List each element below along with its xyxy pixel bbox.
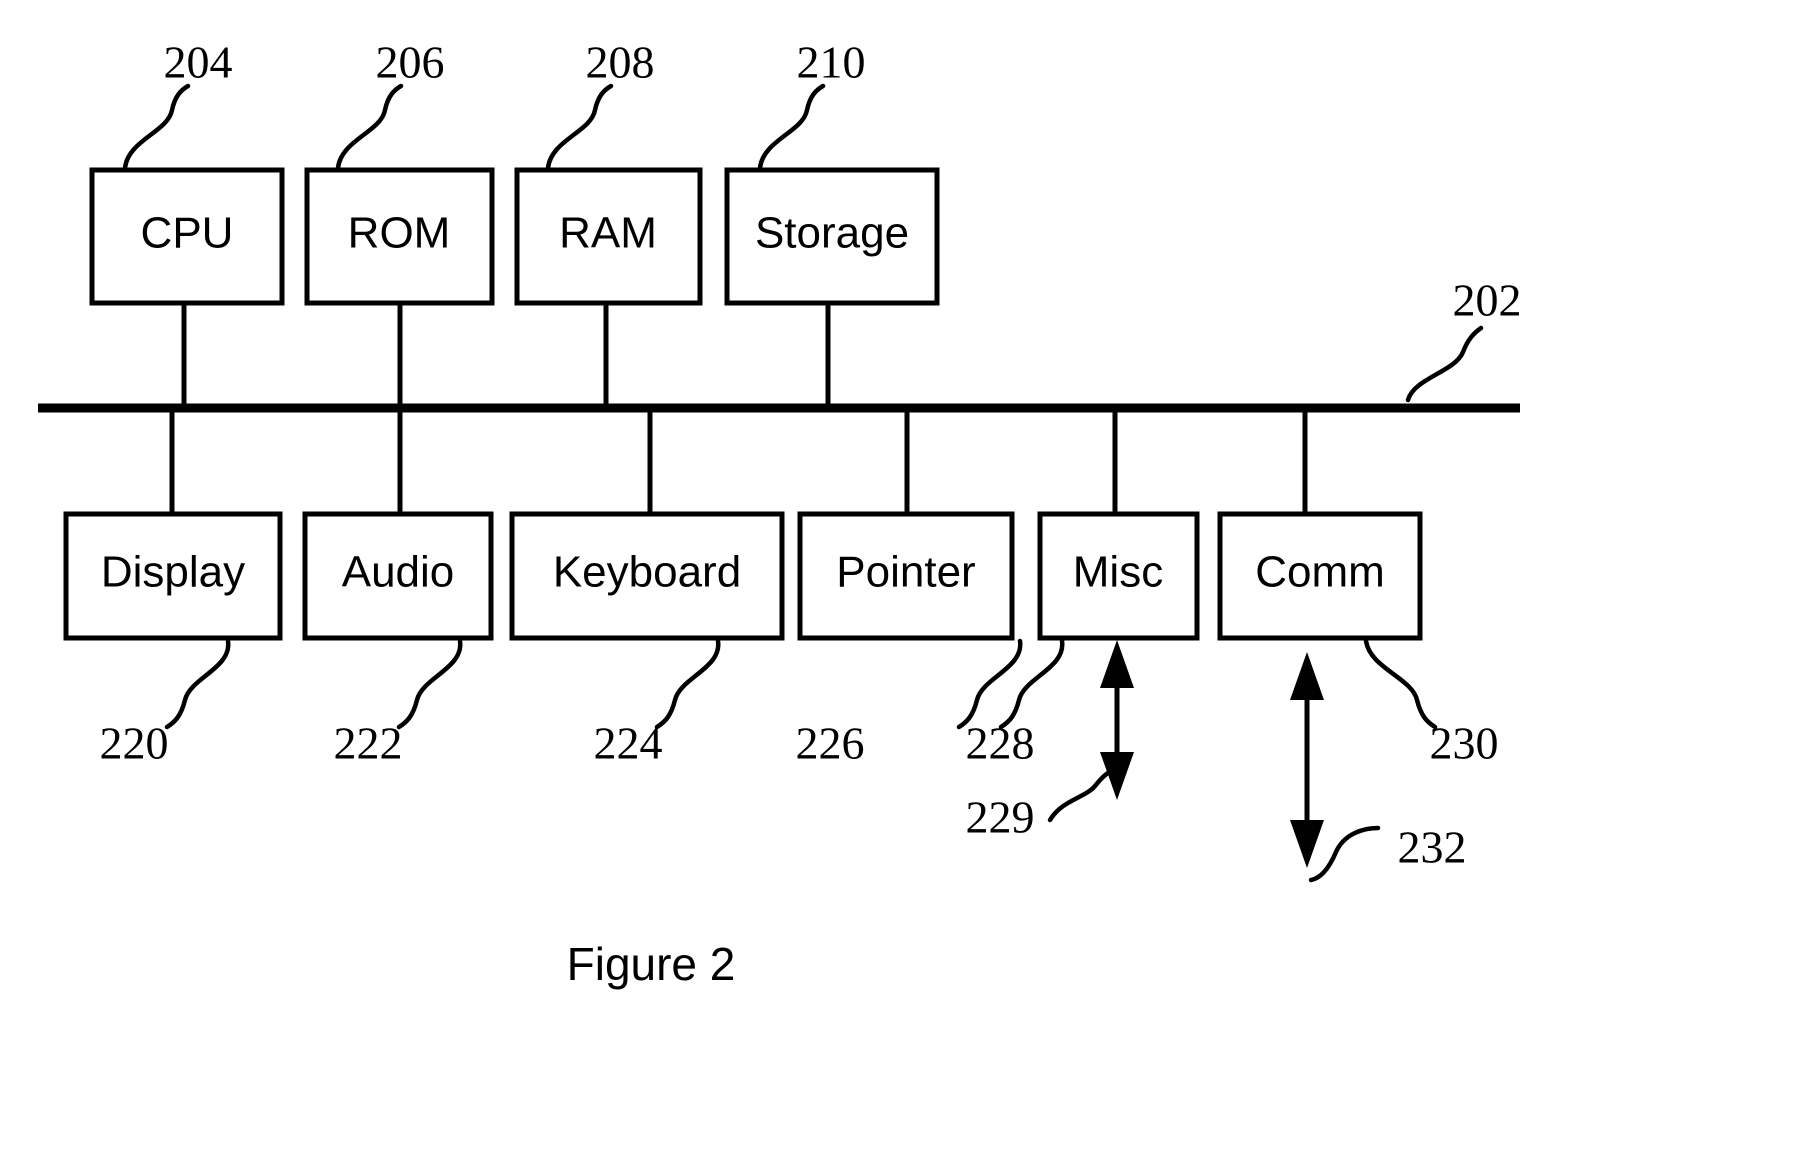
component-box-storage: Storage [724, 167, 940, 306]
storage-box-label: Storage [755, 209, 909, 258]
leader-210 [757, 83, 826, 171]
component-box-display: Display [63, 511, 283, 641]
top-row-ref-numbers: 204 206 208 210 [164, 37, 866, 88]
keyboard-box-label: Keyboard [553, 548, 741, 597]
leader-202 [1405, 325, 1484, 403]
top-row-connectors [181, 303, 831, 410]
component-box-ram: RAM [514, 167, 703, 306]
ref-number-226: 226 [796, 718, 865, 769]
ref-number-220: 220 [100, 718, 169, 769]
ref-number-224: 224 [594, 718, 663, 769]
ref-number-232: 232 [1398, 822, 1467, 873]
bottom-row-connectors [169, 408, 1308, 514]
leader-226 [956, 638, 1023, 730]
component-box-pointer: Pointer [797, 511, 1015, 641]
misc-box-label: Misc [1073, 548, 1163, 597]
component-box-misc: Misc [1037, 511, 1200, 641]
top-row-group: CPU ROM RAM Storage [89, 167, 940, 306]
component-box-comm: Comm [1217, 511, 1423, 641]
leader-229 [1047, 767, 1117, 823]
block-diagram-canvas: CPU ROM RAM Storage 204 206 208 210 202 … [38, 37, 1522, 990]
leader-204 [122, 83, 191, 171]
leader-232 [1308, 825, 1381, 883]
bottom-row-group: Display Audio Keyboard Pointer Misc Comm [63, 511, 1423, 641]
ref-number-202: 202 [1453, 275, 1522, 326]
ref-number-208: 208 [586, 37, 655, 88]
ref-number-206: 206 [376, 37, 445, 88]
comm-arrow-head-down [1290, 820, 1324, 868]
ref-number-222: 222 [334, 718, 403, 769]
rom-box-label: ROM [348, 209, 451, 258]
figure-caption: Figure 2 [567, 938, 736, 990]
ram-box-label: RAM [559, 209, 657, 258]
display-box-label: Display [101, 548, 245, 597]
ref-number-228: 228 [966, 718, 1035, 769]
ref-number-210: 210 [797, 37, 866, 88]
comm-box-label: Comm [1255, 548, 1385, 597]
pointer-box-label: Pointer [836, 548, 975, 597]
audio-box-label: Audio [342, 548, 455, 597]
leader-208 [545, 83, 614, 171]
component-box-cpu: CPU [89, 167, 285, 306]
leader-206 [335, 83, 404, 171]
component-box-keyboard: Keyboard [509, 511, 785, 641]
ref-number-230: 230 [1430, 718, 1499, 769]
bottom-row-ref-numbers: 220 222 224 226 228 230 [100, 718, 1499, 769]
misc-arrow-head-up [1100, 640, 1134, 688]
bottom-row-ref-leaders [164, 638, 1438, 730]
leader-224 [654, 638, 721, 730]
ref-number-229: 229 [966, 792, 1035, 843]
patent-figure-2: CPU ROM RAM Storage 204 206 208 210 202 … [0, 0, 1798, 1159]
component-box-rom: ROM [304, 167, 495, 306]
leader-220 [164, 638, 231, 730]
comm-arrow-head-up [1290, 652, 1324, 700]
leader-222 [396, 638, 463, 730]
leader-230 [1363, 638, 1438, 730]
ref-number-204: 204 [164, 37, 233, 88]
cpu-box-label: CPU [141, 209, 234, 258]
component-box-audio: Audio [302, 511, 494, 641]
top-row-ref-leaders [122, 83, 826, 171]
leader-228 [998, 638, 1065, 730]
